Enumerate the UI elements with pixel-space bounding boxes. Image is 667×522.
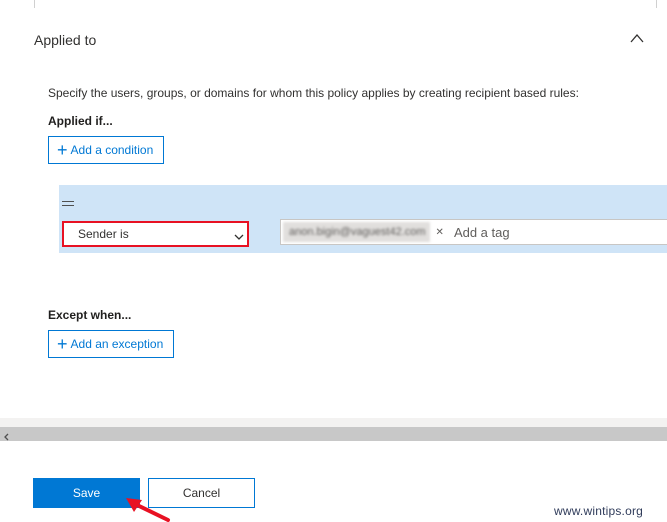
plus-icon: + [57, 334, 68, 354]
add-tag-input[interactable] [451, 223, 636, 241]
except-when-heading: Except when... [48, 308, 132, 322]
recipient-tag-label: anon.bigin@vaguest42.com [289, 226, 426, 238]
chevron-down-icon [234, 230, 244, 240]
section-title: Applied to [34, 32, 97, 48]
chevron-up-icon[interactable] [627, 30, 647, 46]
content-panel: Applied to Specify the users, groups, or… [0, 0, 667, 441]
watermark: www.wintips.org [554, 504, 644, 518]
add-exception-label: Add an exception [70, 337, 164, 351]
horizontal-scrollbar[interactable] [0, 427, 667, 441]
add-condition-label: Add a condition [70, 143, 154, 157]
plus-icon: + [57, 140, 68, 160]
condition-type-value: Sender is [78, 227, 129, 241]
applied-if-heading: Applied if... [48, 114, 113, 128]
tag-remove-icon[interactable]: ✕ [436, 227, 444, 238]
condition-type-select[interactable]: Sender is [62, 221, 249, 247]
scroll-left-arrow-icon[interactable] [2, 429, 12, 441]
recipient-tag-field[interactable]: anon.bigin@vaguest42.com ✕ [280, 219, 667, 245]
card-border-left [34, 0, 35, 8]
applied-to-card: Applied to Specify the users, groups, or… [0, 0, 667, 418]
add-condition-button[interactable]: + Add a condition [48, 136, 165, 164]
recipient-tag[interactable]: anon.bigin@vaguest42.com [283, 222, 430, 242]
add-exception-button[interactable]: + Add an exception [48, 330, 175, 358]
card-border-right [656, 0, 657, 8]
drag-handle-icon[interactable] [62, 201, 74, 209]
section-description: Specify the users, groups, or domains fo… [48, 86, 579, 100]
pointer-arrow-icon [126, 498, 170, 522]
